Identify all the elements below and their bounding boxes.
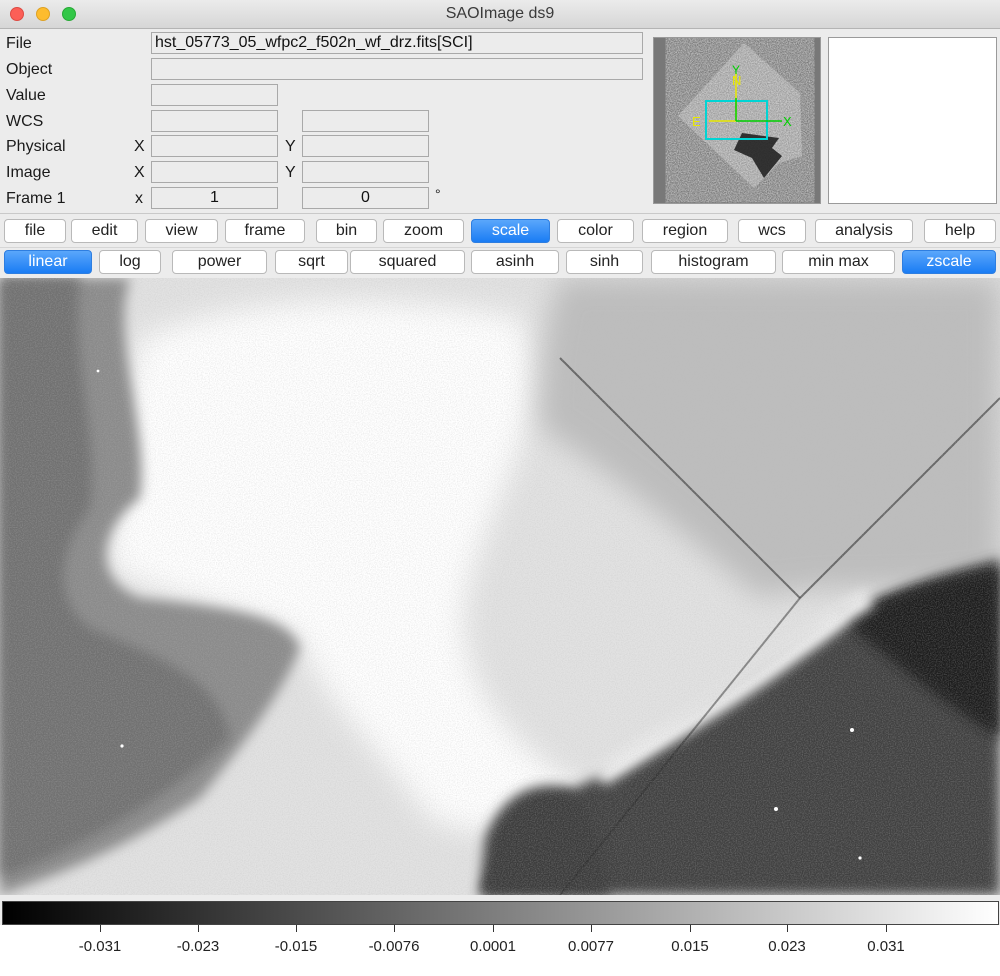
frame-zoom-label: x xyxy=(135,190,143,207)
colorbar-tick-mark xyxy=(690,925,691,932)
colorbar-tick-mark xyxy=(198,925,199,932)
panner-east-label: E xyxy=(692,114,701,129)
wcs-field-2 xyxy=(302,110,429,132)
frame-angle-field: 0 xyxy=(302,187,429,209)
scale-histogram-button[interactable]: histogram xyxy=(651,250,776,274)
degree-symbol: ° xyxy=(435,186,441,202)
menu-bin-button[interactable]: bin xyxy=(316,219,377,243)
colorbar-tick-label: 0.031 xyxy=(867,938,905,955)
scale-sqrt-button[interactable]: sqrt xyxy=(275,250,348,274)
info-panel: File hst_05773_05_wfpc2_f502n_wf_drz.fit… xyxy=(0,30,648,212)
physical-x-field xyxy=(151,135,278,157)
scale-sinh-button[interactable]: sinh xyxy=(566,250,643,274)
divider xyxy=(0,213,1000,214)
scale-min-max-button[interactable]: min max xyxy=(782,250,895,274)
menu-scale-button[interactable]: scale xyxy=(471,219,550,243)
scale-linear-button[interactable]: linear xyxy=(4,250,92,274)
wcs-field-1 xyxy=(151,110,278,132)
divider xyxy=(0,247,1000,248)
image-y-label: Y xyxy=(285,164,296,181)
colorbar-tick-label: 0.015 xyxy=(671,938,709,955)
menu-frame-button[interactable]: frame xyxy=(225,219,305,243)
physical-y-label: Y xyxy=(285,138,296,155)
colorbar-ticks: -0.031 -0.023 -0.015 -0.0076 0.0001 0.0077 0.0… xyxy=(0,925,1000,976)
wcs-label: WCS xyxy=(6,113,44,130)
image-display[interactable] xyxy=(0,278,1000,895)
colorbar-tick-label: 0.0001 xyxy=(470,938,516,955)
scale-squared-button[interactable]: squared xyxy=(350,250,465,274)
image-y-field xyxy=(302,161,429,183)
colorbar-tick-mark xyxy=(100,925,101,932)
panner-view[interactable]: N E Y X xyxy=(653,37,821,204)
image-x-field xyxy=(151,161,278,183)
colorbar-tick-mark xyxy=(394,925,395,932)
menu-color-button[interactable]: color xyxy=(557,219,634,243)
colorbar-tick-label: -0.031 xyxy=(78,938,122,955)
colorbar-tick-mark xyxy=(591,925,592,932)
physical-label: Physical xyxy=(6,138,66,155)
frame-zoom-field: 1 xyxy=(151,187,278,209)
scale-button-bar: linear log power sqrt squared asinh sinh histog… xyxy=(0,249,1000,279)
colorbar-tick-label: -0.015 xyxy=(274,938,318,955)
physical-y-field xyxy=(302,135,429,157)
menu-region-button[interactable]: region xyxy=(642,219,728,243)
colorbar-tick-mark xyxy=(886,925,887,932)
colorbar[interactable] xyxy=(2,901,999,925)
image-x-label: X xyxy=(134,164,145,181)
menu-help-button[interactable]: help xyxy=(924,219,996,243)
astronomical-image xyxy=(0,278,1000,895)
colorbar-tick-label: -0.0076 xyxy=(368,938,420,955)
magnifier-view xyxy=(828,37,997,204)
panner-thumbnail: N E Y X xyxy=(678,43,802,188)
physical-x-label: X xyxy=(134,138,145,155)
colorbar-tick-mark xyxy=(493,925,494,932)
scale-log-button[interactable]: log xyxy=(99,250,161,274)
menu-file-button[interactable]: file xyxy=(4,219,66,243)
menu-zoom-button[interactable]: zoom xyxy=(383,219,464,243)
image-label: Image xyxy=(6,164,51,181)
scale-zscale-button[interactable]: zscale xyxy=(902,250,996,274)
ds9-window: SAOImage ds9 File hst_05773_05_wfpc2_f50… xyxy=(0,0,1000,976)
menu-wcs-button[interactable]: wcs xyxy=(738,219,806,243)
value-label: Value xyxy=(6,87,46,104)
scale-asinh-button[interactable]: asinh xyxy=(471,250,559,274)
menu-view-button[interactable]: view xyxy=(145,219,218,243)
object-label: Object xyxy=(6,61,53,78)
file-label: File xyxy=(6,35,32,52)
object-field xyxy=(151,58,643,80)
title-bar: SAOImage ds9 xyxy=(0,0,1000,29)
colorbar-tick-label: 0.0077 xyxy=(568,938,614,955)
window-title: SAOImage ds9 xyxy=(445,5,555,22)
frame-label: Frame 1 xyxy=(6,190,66,207)
menu-analysis-button[interactable]: analysis xyxy=(815,219,913,243)
panner-y-label: Y xyxy=(732,63,740,77)
colorbar-tick-mark xyxy=(296,925,297,932)
file-field: hst_05773_05_wfpc2_f502n_wf_drz.fits[SCI… xyxy=(151,32,643,54)
colorbar-tick-label: -0.023 xyxy=(176,938,220,955)
value-field xyxy=(151,84,278,106)
scale-power-button[interactable]: power xyxy=(172,250,267,274)
main-button-bar: file edit view frame bin zoom scale color region… xyxy=(0,218,1000,248)
colorbar-tick-label: 0.023 xyxy=(768,938,806,955)
menu-edit-button[interactable]: edit xyxy=(71,219,138,243)
panner-x-label: X xyxy=(783,114,792,129)
colorbar-tick-mark xyxy=(787,925,788,932)
